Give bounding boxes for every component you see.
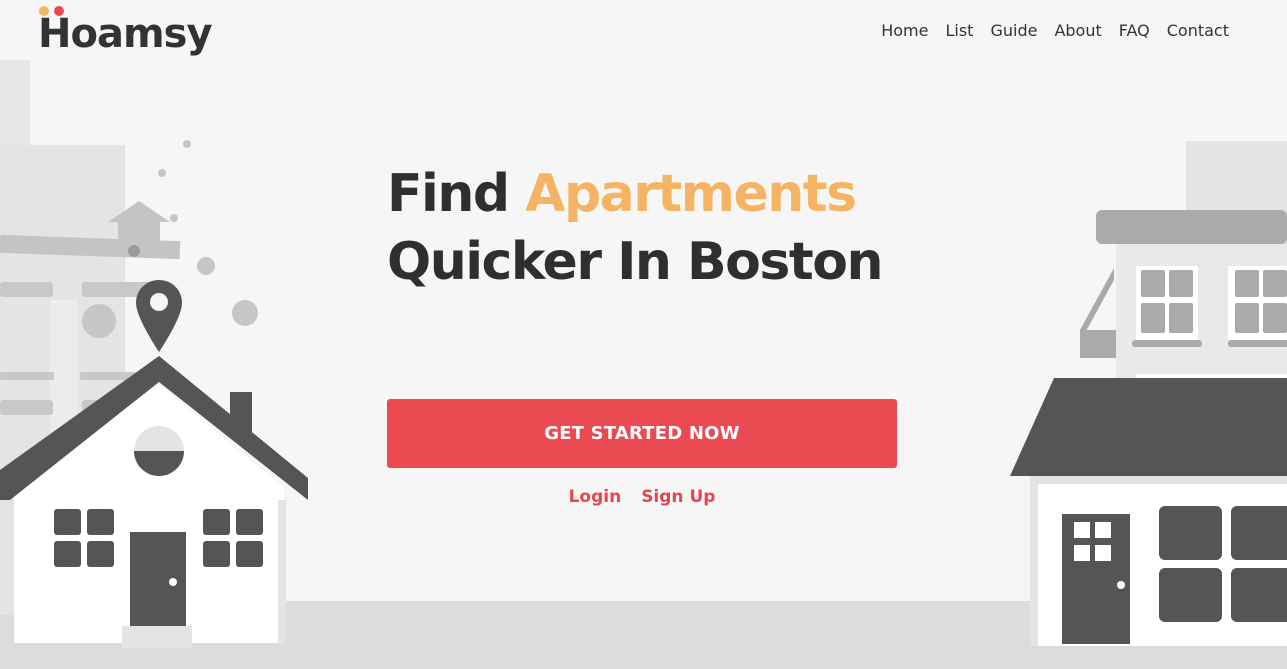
smoke-puff	[158, 169, 166, 177]
smoke-puff	[128, 245, 140, 257]
nav-guide[interactable]: Guide	[990, 20, 1037, 42]
map-pin-icon	[136, 280, 182, 352]
nav-list[interactable]: List	[945, 20, 973, 42]
hero-title-part1: Find	[387, 164, 526, 224]
hero: Find Apartments Quicker In Boston	[387, 160, 907, 296]
right-house-illustration	[1010, 141, 1287, 646]
door-knob	[1117, 581, 1125, 589]
awning	[1080, 330, 1116, 358]
apartment-window	[1228, 266, 1287, 347]
smoke-puff	[170, 214, 178, 222]
smoke-puff	[183, 140, 191, 148]
smoke-puff	[232, 300, 258, 326]
smoke-puff	[197, 257, 215, 275]
building-window-bar	[0, 400, 53, 415]
nav-home[interactable]: Home	[881, 20, 928, 42]
login-link[interactable]: Login	[569, 485, 622, 509]
nav-contact[interactable]: Contact	[1167, 20, 1229, 42]
house-door	[130, 532, 186, 628]
signup-link[interactable]: Sign Up	[641, 485, 715, 509]
brand-name: Hoamsy	[38, 11, 213, 57]
building-window-bar	[0, 282, 53, 297]
door-knob	[169, 578, 177, 586]
apartment-window	[1132, 266, 1202, 347]
building-sill	[0, 372, 54, 380]
nav-faq[interactable]: FAQ	[1119, 20, 1150, 42]
hero-title: Find Apartments Quicker In Boston	[387, 160, 907, 296]
left-house-illustration	[0, 60, 308, 648]
apartment-roof	[1096, 210, 1287, 244]
smoke-puff	[82, 304, 116, 338]
main-nav: Home List Guide About FAQ Contact	[881, 20, 1229, 42]
nav-about[interactable]: About	[1054, 20, 1101, 42]
hero-title-accent: Apartments	[525, 164, 857, 224]
house-wall-shade	[278, 500, 286, 643]
get-started-button[interactable]: GET STARTED NOW	[387, 399, 897, 468]
house-roof	[1010, 378, 1287, 476]
door-step	[122, 626, 192, 648]
auth-links: Login Sign Up	[387, 485, 897, 509]
landing-page: Hoamsy Home List Guide About FAQ Contact…	[0, 0, 1287, 669]
hero-title-line2: Quicker In Boston	[387, 232, 883, 292]
